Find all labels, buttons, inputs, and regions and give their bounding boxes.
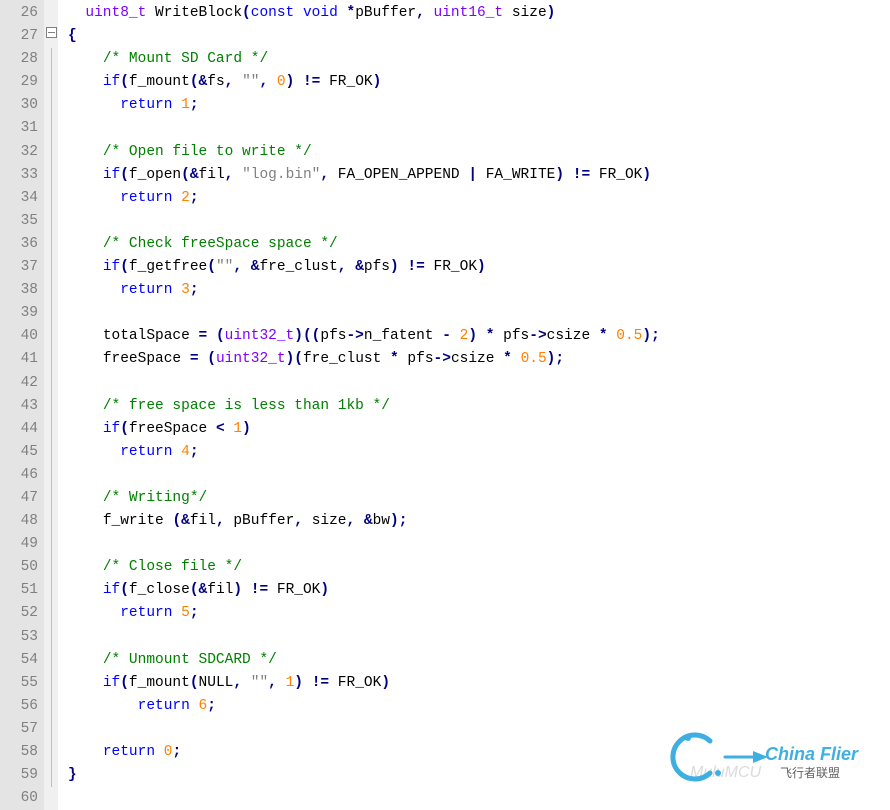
line-number: 49 — [0, 533, 38, 556]
code-line: if(f_mount(NULL, "", 1) != FR_OK) — [68, 672, 890, 695]
code-line: } — [68, 764, 890, 787]
line-number: 36 — [0, 233, 38, 256]
line-number: 44 — [0, 418, 38, 441]
code-editor: 2627282930313233343536373839404142434445… — [0, 0, 890, 810]
code-line: if(freeSpace < 1) — [68, 418, 890, 441]
line-number-gutter: 2627282930313233343536373839404142434445… — [0, 0, 44, 810]
line-number: 38 — [0, 279, 38, 302]
code-line — [68, 533, 890, 556]
code-line — [68, 626, 890, 649]
code-line — [68, 464, 890, 487]
code-line: return 6; — [68, 695, 890, 718]
code-line: /* Open file to write */ — [68, 141, 890, 164]
code-line — [68, 718, 890, 741]
code-line — [68, 787, 890, 810]
line-number: 53 — [0, 626, 38, 649]
line-number: 60 — [0, 787, 38, 810]
code-line: freeSpace = (uint32_t)(fre_clust * pfs->… — [68, 348, 890, 371]
line-number: 57 — [0, 718, 38, 741]
code-line: return 3; — [68, 279, 890, 302]
line-number: 46 — [0, 464, 38, 487]
code-line: return 0; — [68, 741, 890, 764]
code-line: return 4; — [68, 441, 890, 464]
code-line: totalSpace = (uint32_t)((pfs->n_fatent -… — [68, 325, 890, 348]
line-number: 27 — [0, 25, 38, 48]
line-number: 31 — [0, 117, 38, 140]
code-line: return 5; — [68, 602, 890, 625]
code-line: return 2; — [68, 187, 890, 210]
line-number: 43 — [0, 395, 38, 418]
fold-margin — [44, 0, 58, 810]
line-number: 56 — [0, 695, 38, 718]
code-line — [68, 117, 890, 140]
code-line: /* Check freeSpace space */ — [68, 233, 890, 256]
code-line — [68, 302, 890, 325]
code-line: /* Close file */ — [68, 556, 890, 579]
line-number: 55 — [0, 672, 38, 695]
line-number: 30 — [0, 94, 38, 117]
line-number: 35 — [0, 210, 38, 233]
code-line: /* free space is less than 1kb */ — [68, 395, 890, 418]
line-number: 28 — [0, 48, 38, 71]
line-number: 42 — [0, 372, 38, 395]
line-number: 40 — [0, 325, 38, 348]
code-line: if(f_getfree("", &fre_clust, &pfs) != FR… — [68, 256, 890, 279]
code-line: return 1; — [68, 94, 890, 117]
code-line: { — [68, 25, 890, 48]
line-number: 50 — [0, 556, 38, 579]
line-number: 39 — [0, 302, 38, 325]
code-line: /* Unmount SDCARD */ — [68, 649, 890, 672]
line-number: 48 — [0, 510, 38, 533]
line-number: 58 — [0, 741, 38, 764]
code-area: uint8_t WriteBlock(const void *pBuffer, … — [58, 0, 890, 810]
line-number: 29 — [0, 71, 38, 94]
line-number: 45 — [0, 441, 38, 464]
code-line: f_write (&fil, pBuffer, size, &bw); — [68, 510, 890, 533]
line-number: 54 — [0, 649, 38, 672]
code-line — [68, 372, 890, 395]
code-line: if(f_mount(&fs, "", 0) != FR_OK) — [68, 71, 890, 94]
line-number: 34 — [0, 187, 38, 210]
line-number: 52 — [0, 602, 38, 625]
code-line: if(f_close(&fil) != FR_OK) — [68, 579, 890, 602]
code-line: if(f_open(&fil, "log.bin", FA_OPEN_APPEN… — [68, 164, 890, 187]
line-number: 26 — [0, 2, 38, 25]
line-number: 37 — [0, 256, 38, 279]
code-line: /* Writing*/ — [68, 487, 890, 510]
line-number: 32 — [0, 141, 38, 164]
line-number: 59 — [0, 764, 38, 787]
code-line: uint8_t WriteBlock(const void *pBuffer, … — [68, 2, 890, 25]
fold-toggle-icon[interactable] — [46, 27, 57, 38]
line-number: 47 — [0, 487, 38, 510]
line-number: 33 — [0, 164, 38, 187]
line-number: 41 — [0, 348, 38, 371]
code-line — [68, 210, 890, 233]
code-line: /* Mount SD Card */ — [68, 48, 890, 71]
line-number: 51 — [0, 579, 38, 602]
